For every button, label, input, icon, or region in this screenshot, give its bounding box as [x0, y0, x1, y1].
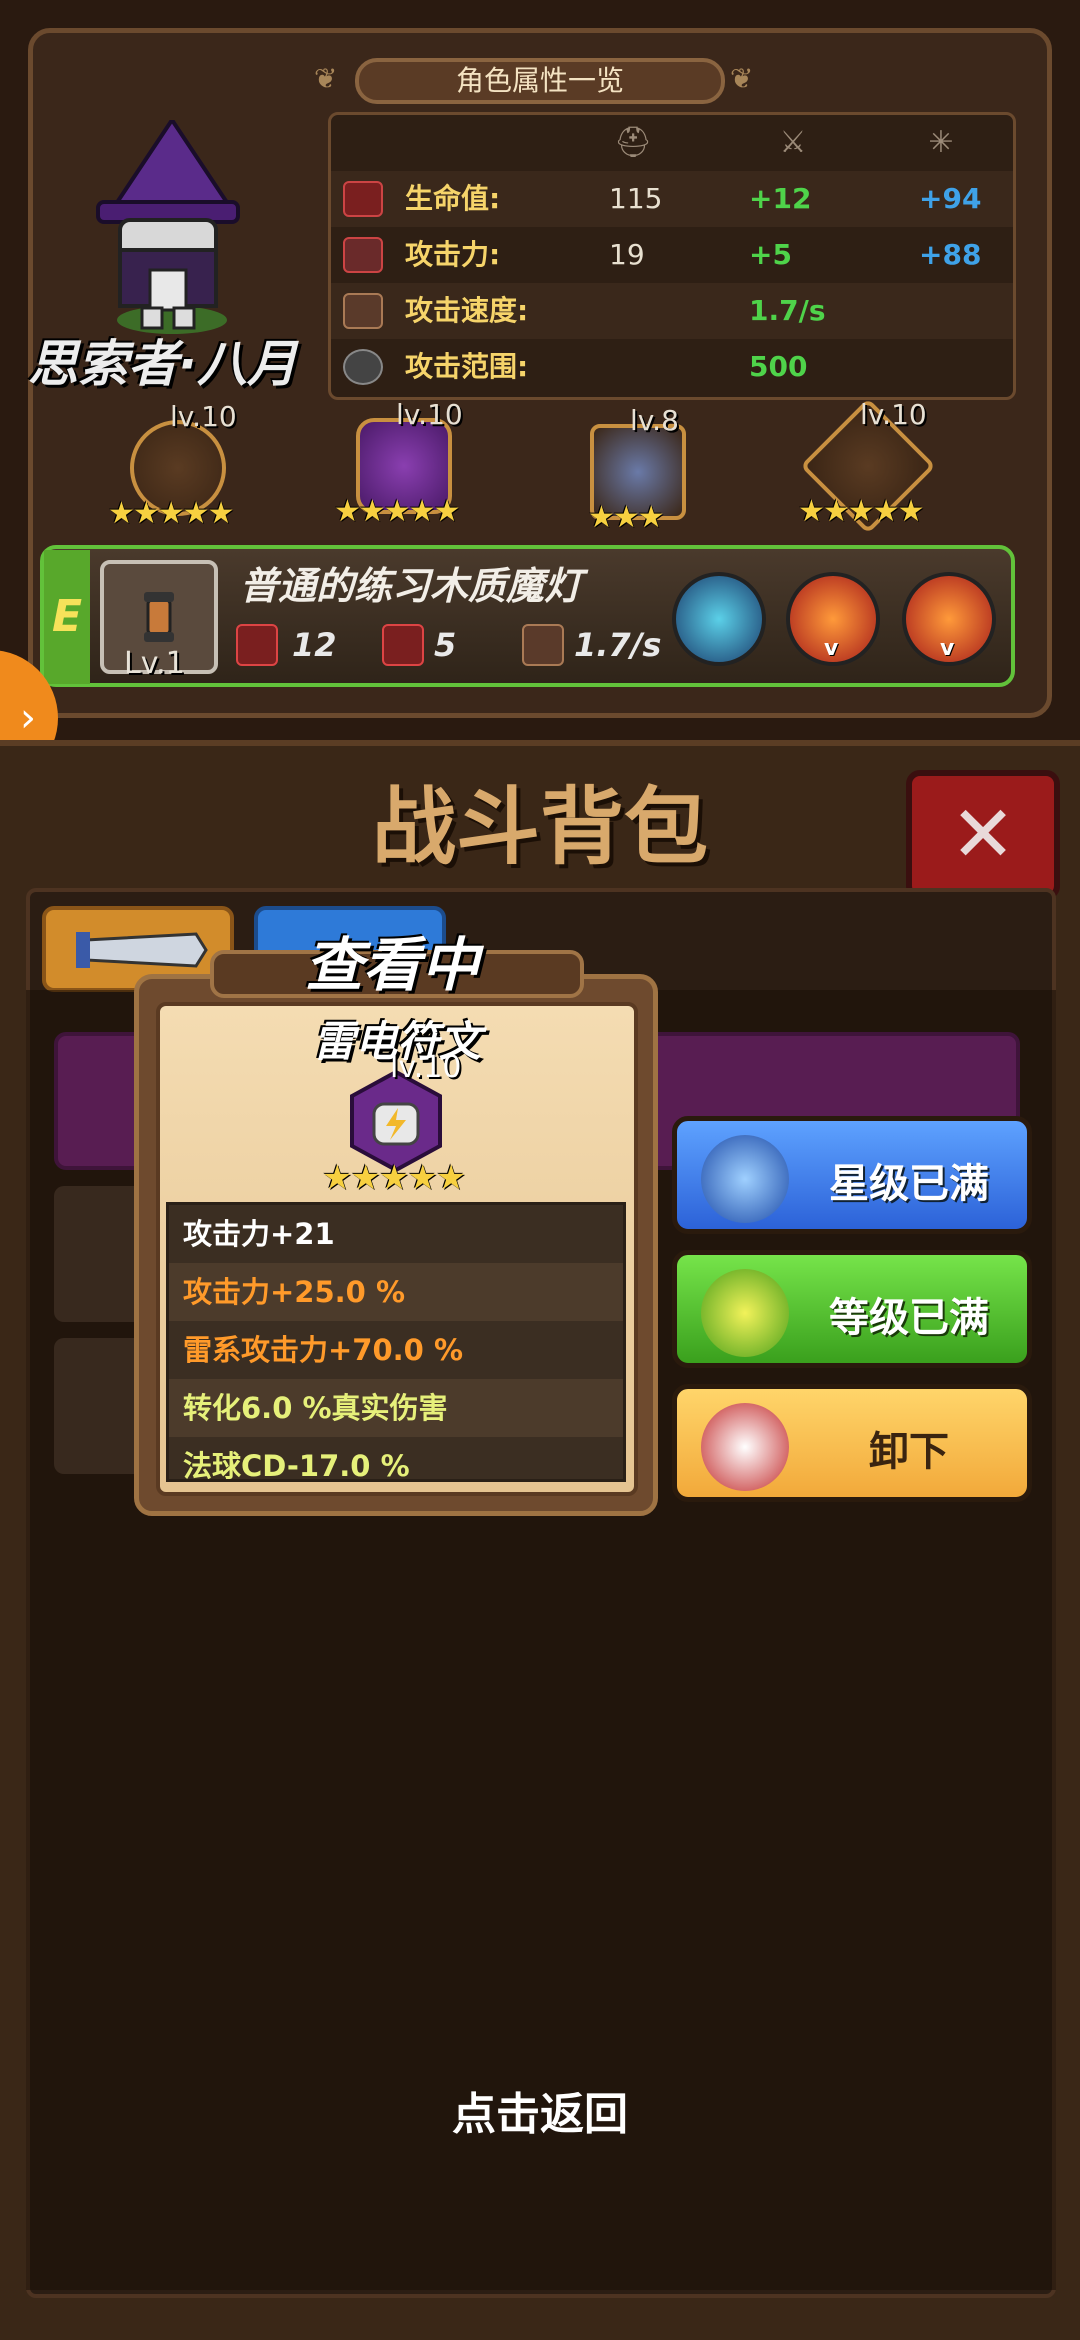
- level-max-label: 等级已满: [829, 1295, 989, 1341]
- stat-row-attack: 攻击力: 19 +5 +88: [331, 227, 1013, 283]
- item-level: lv.10: [390, 1050, 462, 1085]
- attribute-row: 攻击力+25.0 %: [169, 1263, 623, 1321]
- stat-label: 攻击范围:: [405, 350, 529, 383]
- attribute-row: 转化6.0 %真实伤害: [169, 1379, 623, 1437]
- unequip-label: 卸下: [869, 1429, 949, 1475]
- equip-stars: ★★★★★: [798, 494, 924, 529]
- stat-row-attack-speed: 攻击速度: 1.7/s: [331, 283, 1013, 339]
- stat-bonus-blue: +94: [919, 182, 982, 215]
- stat-base: 115: [609, 182, 663, 215]
- level-up-arrow-icon: [701, 1269, 789, 1357]
- stat-bonus-green: +12: [749, 182, 812, 215]
- star-max-button[interactable]: 星级已满: [672, 1116, 1032, 1234]
- helmet-icon: ⛑: [613, 125, 653, 160]
- tap-to-return-hint[interactable]: 点击返回: [0, 2078, 1080, 2140]
- wing-ornament-left: ❦: [314, 62, 338, 95]
- weapon-hp: 12: [292, 626, 337, 664]
- equipment-slot-crown-ring[interactable]: lv.10 ★★★★★: [100, 400, 250, 540]
- equipment-slot-boots[interactable]: lv.10 ★★★★★: [790, 398, 940, 538]
- item-stars: ★★★★★: [322, 1158, 466, 1198]
- crosshair-icon: [343, 349, 383, 385]
- stat-base: 19: [609, 238, 645, 271]
- attribute-row: 攻击力+21: [169, 1205, 623, 1263]
- spark-icon: ✳: [928, 125, 954, 160]
- unequip-button[interactable]: 卸下: [672, 1384, 1032, 1502]
- star-up-arrow-icon: [701, 1135, 789, 1223]
- star-max-label: 星级已满: [829, 1161, 989, 1207]
- speed-sword-icon: [522, 624, 564, 666]
- heart-icon: [236, 624, 278, 666]
- level-max-button[interactable]: 等级已满: [672, 1250, 1032, 1368]
- panel-title: 角色属性一览: [355, 58, 725, 104]
- item-attribute-list: 攻击力+21 攻击力+25.0 % 雷系攻击力+70.0 % 转化6.0 %真实…: [166, 1202, 626, 1482]
- stat-label: 生命值:: [405, 182, 501, 215]
- stats-table: ⛑ ⚔ ✳ 生命值: 115 +12 +94 攻击力: 19 +5 +88 攻击…: [328, 112, 1016, 400]
- equipment-slot-lightning-rune[interactable]: lv.10 ★★★★★: [326, 398, 476, 538]
- sword-icon: [343, 237, 383, 273]
- wizard-character-avatar: [92, 116, 242, 340]
- weapon-name: 普通的练习木质魔灯: [240, 564, 583, 608]
- attribute-row: 法球CD-17.0 %: [169, 1437, 623, 1479]
- equip-level: lv.10: [396, 398, 463, 431]
- stat-label: 攻击速度:: [405, 294, 529, 327]
- stat-bonus-green: +5: [749, 238, 792, 271]
- speed-sword-icon: [343, 293, 383, 329]
- equip-level: lv.8: [630, 404, 679, 437]
- weapon-rank-tag: E: [44, 550, 90, 684]
- character-name: 思索者·八月: [28, 335, 297, 393]
- stat-row-attack-range: 攻击范围: 500: [331, 339, 1013, 395]
- attribute-row: 雷系攻击力+70.0 %: [169, 1321, 623, 1379]
- stat-bonus-green: 1.7/s: [749, 294, 826, 327]
- viewing-label: 查看中: [305, 931, 480, 999]
- weapon-level: Lv.1: [124, 646, 185, 681]
- weapon-speed: 1.7/s: [574, 626, 662, 664]
- stat-bonus-blue: +88: [919, 238, 982, 271]
- stat-label: 攻击力:: [405, 238, 501, 271]
- equip-stars: ★★★: [588, 500, 665, 535]
- sword-icon: [382, 624, 424, 666]
- close-button[interactable]: ✕: [906, 770, 1060, 900]
- stat-row-hp: 生命值: 115 +12 +94: [331, 171, 1013, 227]
- equip-stars: ★★★★★: [108, 496, 234, 531]
- equipment-slot-shield-amulet[interactable]: lv.8 ★★★: [560, 404, 710, 544]
- equip-level: lv.10: [170, 400, 237, 433]
- wing-ornament-right: ❦: [730, 62, 754, 95]
- equip-stars: ★★★★★: [334, 494, 460, 529]
- skill-fire-icon[interactable]: v: [902, 572, 996, 666]
- sword-icon: ⚔: [779, 125, 807, 160]
- skill-ice-spear-icon[interactable]: [672, 572, 766, 666]
- weapon-attack: 5: [434, 626, 457, 664]
- stats-header-row: ⛑ ⚔ ✳: [331, 115, 1013, 171]
- equip-level: lv.10: [860, 398, 927, 431]
- heart-icon: [343, 181, 383, 217]
- skill-fire-icon[interactable]: v: [786, 572, 880, 666]
- unequip-icon: [701, 1403, 789, 1491]
- stat-bonus-green: 500: [749, 350, 808, 383]
